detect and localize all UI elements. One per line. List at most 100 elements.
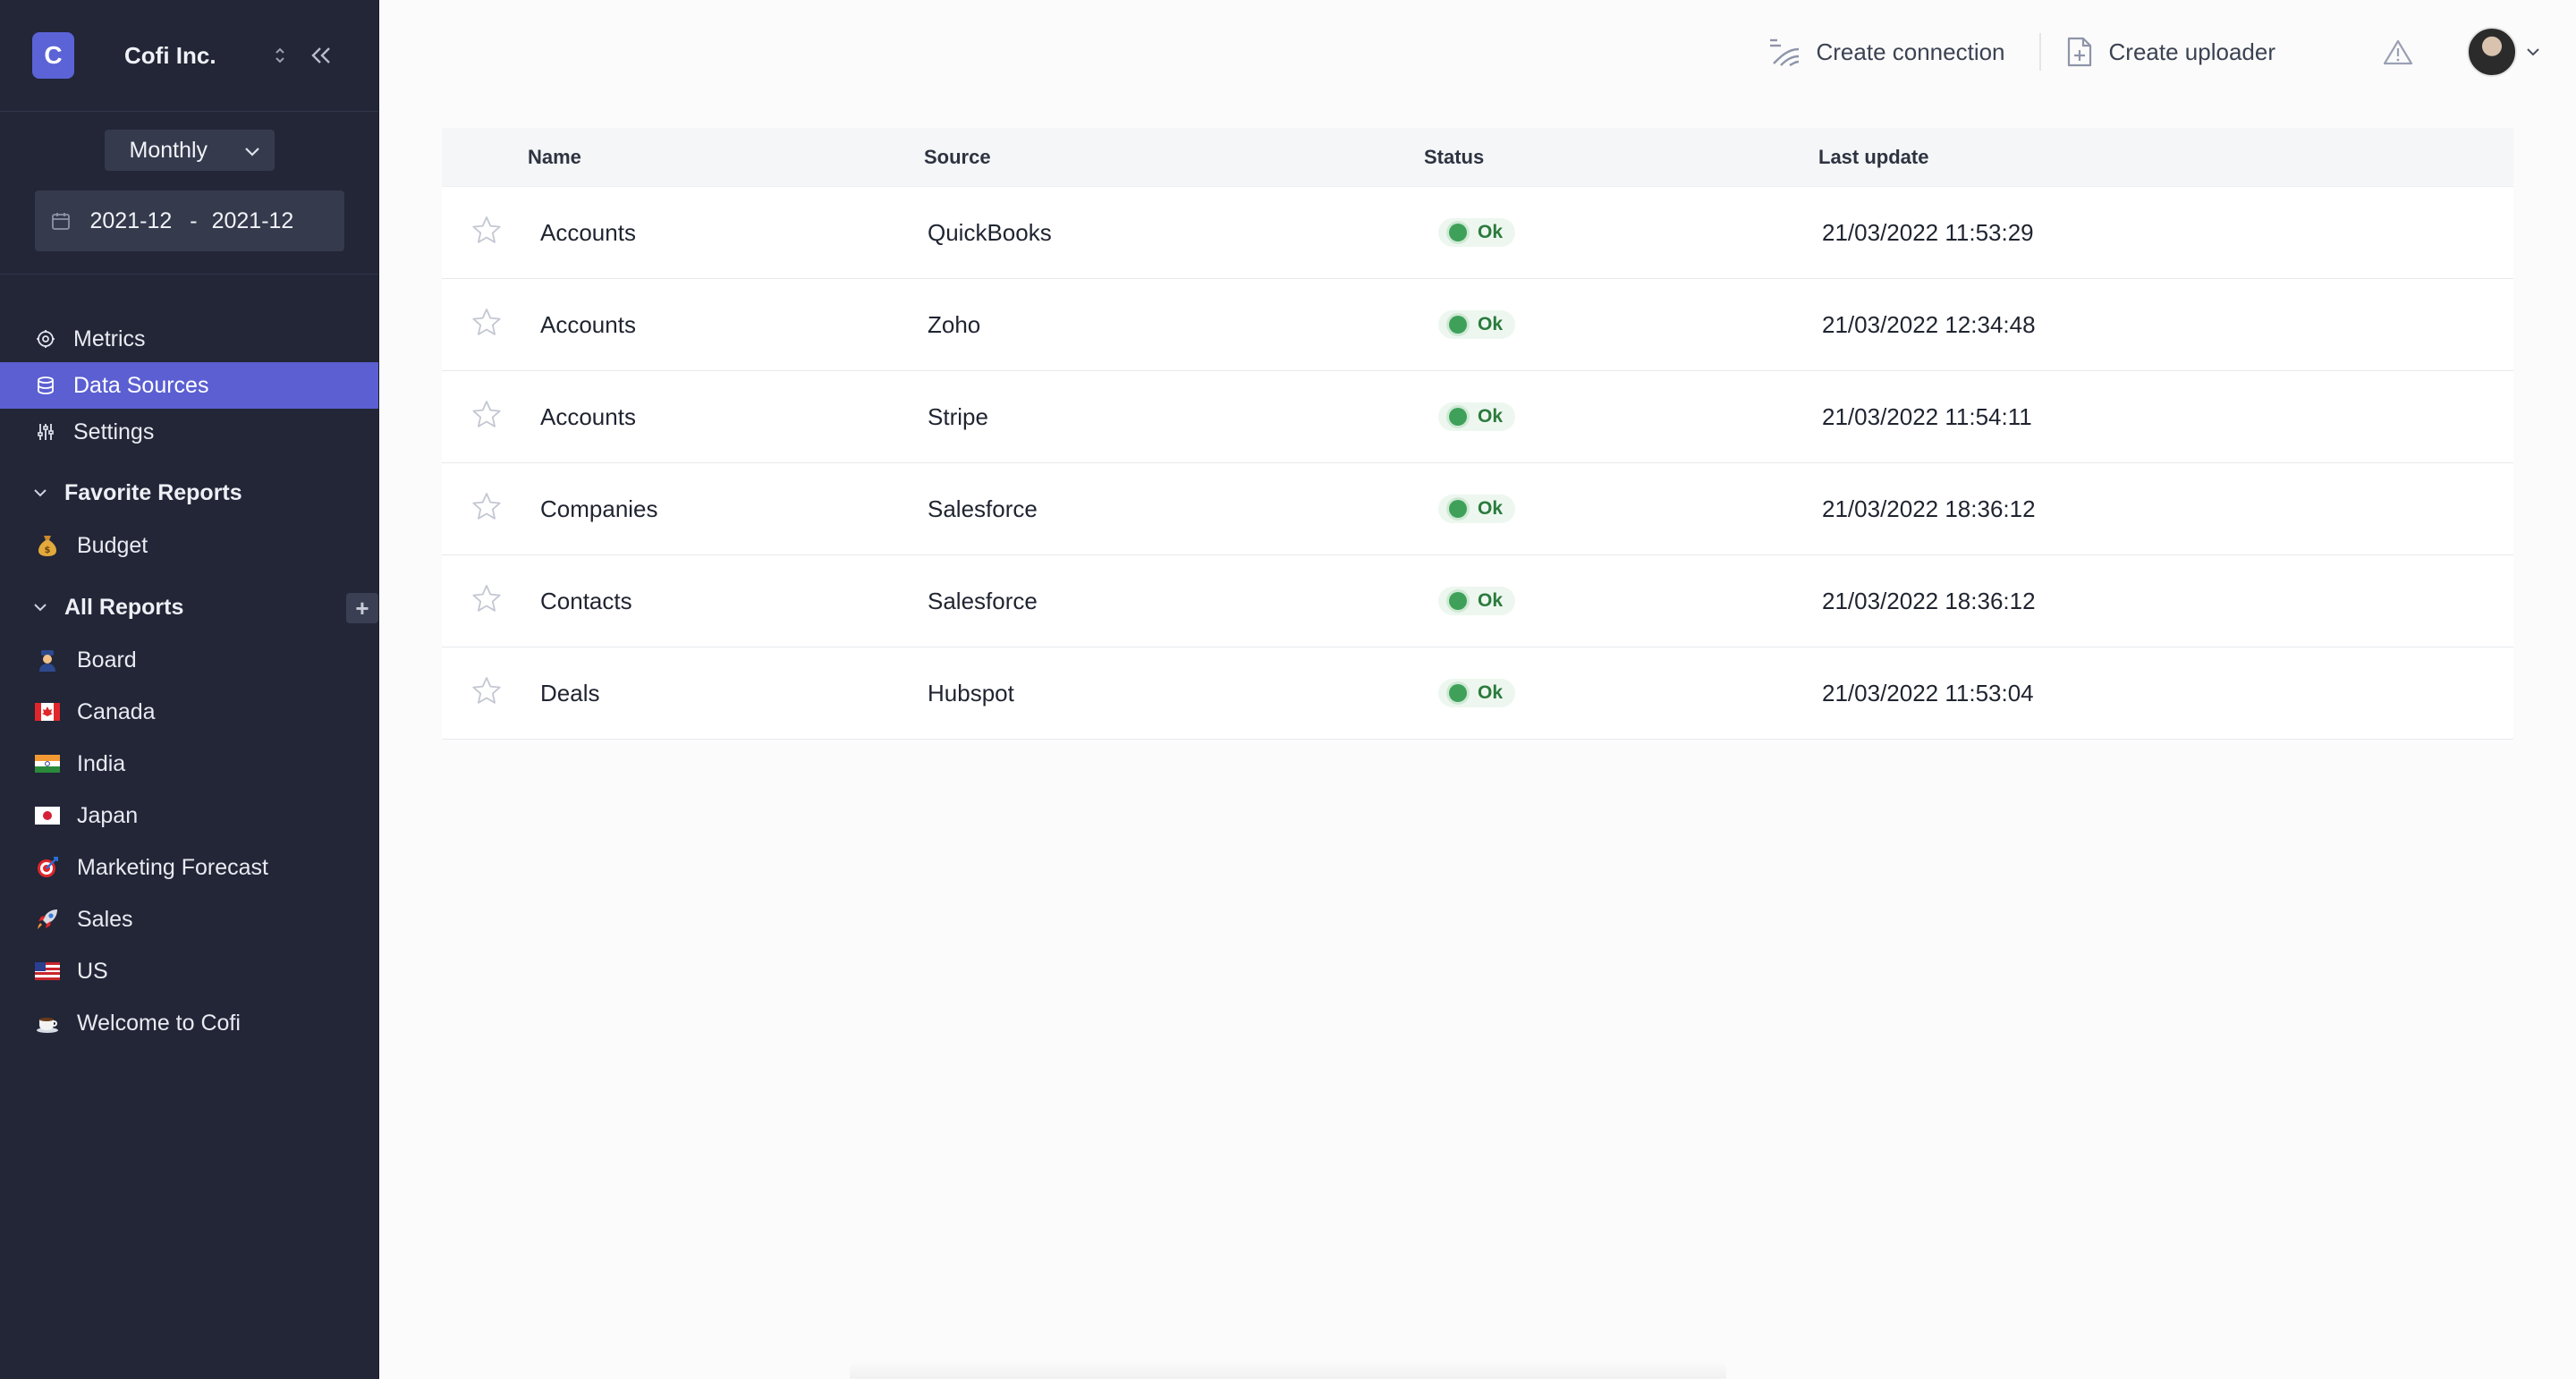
status-dot-icon [1449, 591, 1467, 610]
toolbar-divider [2038, 33, 2041, 71]
all-reports-toggle[interactable]: All Reports + [0, 580, 378, 634]
star-icon[interactable] [471, 400, 502, 435]
chevron-down-icon [32, 487, 50, 498]
nav-item-data-sources[interactable]: Data Sources [0, 362, 378, 409]
status-label: Ok [1478, 589, 1504, 611]
status-badge: Ok [1438, 494, 1516, 523]
table-header: Name Source Status Last update [442, 128, 2513, 187]
bottom-shadow [850, 1361, 1726, 1379]
star-cell [442, 676, 530, 711]
create-connection-button[interactable]: Create connection [1768, 37, 2005, 67]
chevron-down-icon [32, 602, 50, 613]
report-item-india[interactable]: India [0, 738, 378, 790]
avatar[interactable] [2467, 27, 2517, 77]
us-flag-icon [34, 958, 61, 985]
target-icon [34, 854, 61, 881]
table-row[interactable]: Accounts Stripe Ok 21/03/2022 11:54:11 [442, 371, 2513, 463]
status-cell: Ok [1428, 402, 1822, 432]
report-item-canada[interactable]: Canada [0, 686, 378, 738]
status-dot-icon [1449, 499, 1467, 518]
org-avatar[interactable]: C [32, 32, 74, 79]
column-header-status[interactable]: Status [1424, 146, 1818, 169]
row-source: Hubspot [928, 679, 1014, 706]
row-source: Zoho [928, 310, 981, 338]
favorite-reports-toggle[interactable]: Favorite Reports [0, 466, 378, 520]
nav-item-settings[interactable]: Settings [0, 409, 378, 455]
nav-item-metrics[interactable]: Metrics [0, 316, 378, 362]
table-row[interactable]: Companies Salesforce Ok 21/03/2022 18:36:12 [442, 463, 2513, 555]
date-range-end[interactable]: 2021-12 [212, 208, 294, 234]
report-item-marketing-forecast[interactable]: Marketing Forecast [0, 842, 378, 893]
status-badge: Ok [1438, 586, 1516, 615]
star-icon[interactable] [471, 584, 502, 619]
data-sources-table: Name Source Status Last update Accounts Q… [442, 128, 2513, 740]
row-last-update: 21/03/2022 18:36:12 [1822, 587, 2036, 614]
japan-flag-icon [34, 802, 61, 829]
row-source: QuickBooks [928, 218, 1052, 246]
report-item-label: Welcome to Cofi [77, 1010, 241, 1036]
row-last-update: 21/03/2022 12:34:48 [1822, 310, 2036, 338]
status-label: Ok [1478, 313, 1504, 334]
officer-icon [34, 647, 61, 673]
report-item-budget[interactable]: $ Budget [0, 520, 378, 571]
report-item-us[interactable]: US [0, 945, 378, 997]
top-bar: Create connection Create uploader [379, 0, 2576, 104]
create-connection-label: Create connection [1816, 38, 2005, 65]
main-nav: Metrics Data Sources Settings Favorite R… [0, 275, 378, 1049]
collapse-sidebar-icon[interactable] [305, 38, 337, 73]
status-label: Ok [1478, 681, 1504, 703]
status-label: Ok [1478, 221, 1504, 242]
status-dot-icon [1449, 407, 1467, 426]
org-name[interactable]: Cofi Inc. [124, 42, 250, 70]
star-icon[interactable] [471, 676, 502, 711]
status-cell: Ok [1428, 217, 1822, 248]
report-item-label: Budget [77, 532, 148, 558]
star-icon[interactable] [471, 216, 502, 250]
report-item-welcome-to-cofi[interactable]: Welcome to Cofi [0, 997, 378, 1049]
create-uploader-button[interactable]: Create uploader [2066, 36, 2275, 68]
column-header-last-update[interactable]: Last update [1818, 146, 2513, 169]
sidebar: C Cofi Inc. Monthly 2021-12 - 2021-12 Me… [0, 0, 379, 1379]
star-icon[interactable] [471, 308, 502, 343]
report-item-label: Marketing Forecast [77, 854, 268, 880]
star-icon[interactable] [471, 492, 502, 527]
status-label: Ok [1478, 405, 1504, 427]
user-menu[interactable] [2467, 27, 2540, 77]
row-name: Deals [540, 679, 600, 706]
status-cell: Ok [1428, 678, 1822, 708]
report-item-japan[interactable]: Japan [0, 790, 378, 842]
date-range-start[interactable]: 2021-12 [90, 208, 173, 234]
star-cell [442, 400, 530, 435]
star-cell [442, 584, 530, 619]
add-report-button[interactable]: + [346, 593, 378, 623]
row-name: Companies [540, 495, 658, 522]
create-uploader-label: Create uploader [2108, 38, 2275, 65]
money-bag-icon: $ [34, 532, 61, 559]
column-header-source[interactable]: Source [924, 146, 1424, 169]
status-label: Ok [1478, 497, 1504, 519]
report-item-sales[interactable]: Sales [0, 893, 378, 945]
warning-icon[interactable] [2383, 38, 2413, 65]
report-item-board[interactable]: Board [0, 634, 378, 686]
column-header-name[interactable]: Name [528, 146, 915, 169]
row-last-update: 21/03/2022 11:53:29 [1822, 218, 2034, 246]
chevron-down-icon [2526, 47, 2540, 56]
nav-item-label: Settings [73, 419, 155, 444]
connection-icon [1768, 37, 1801, 67]
date-range-separator: - [190, 207, 198, 233]
org-switch-icon[interactable] [267, 38, 292, 73]
row-name: Contacts [540, 587, 632, 614]
row-name: Accounts [540, 218, 636, 246]
table-row[interactable]: Accounts QuickBooks Ok 21/03/2022 11:53:29 [442, 187, 2513, 279]
table-row[interactable]: Contacts Salesforce Ok 21/03/2022 18:36:12 [442, 555, 2513, 647]
coffee-icon [34, 1010, 61, 1036]
period-select[interactable]: Monthly [104, 130, 275, 171]
nav-item-label: Metrics [73, 326, 146, 351]
date-range-picker[interactable]: 2021-12 - 2021-12 [34, 190, 344, 251]
row-name: Accounts [540, 310, 636, 338]
table-row[interactable]: Deals Hubspot Ok 21/03/2022 11:53:04 [442, 647, 2513, 740]
metrics-icon [34, 327, 57, 351]
table-row[interactable]: Accounts Zoho Ok 21/03/2022 12:34:48 [442, 279, 2513, 371]
status-dot-icon [1449, 223, 1467, 241]
rocket-icon [34, 906, 61, 933]
